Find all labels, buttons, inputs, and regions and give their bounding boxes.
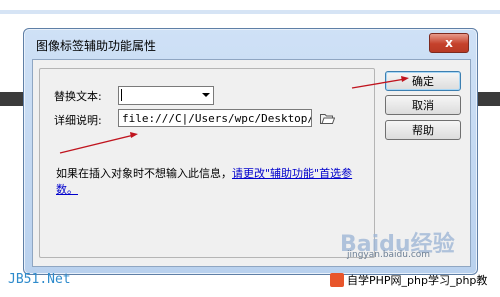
- close-icon: x: [445, 36, 453, 50]
- php-logo-icon: [330, 273, 344, 287]
- alt-text-combobox[interactable]: [118, 86, 214, 105]
- text-caret: [121, 89, 122, 101]
- jb51-watermark: JB51.Net: [8, 272, 71, 287]
- ok-button[interactable]: 确定: [385, 71, 461, 91]
- help-button[interactable]: 帮助: [385, 120, 461, 140]
- jb51-watermark-a: JB51: [8, 272, 40, 287]
- background-window-edge: [0, 10, 500, 14]
- cancel-button[interactable]: 取消: [385, 95, 461, 115]
- jingyan-watermark: jingyan.baidu.com: [347, 250, 431, 260]
- info-text: 如果在插入对象时不想输入此信息，: [56, 167, 232, 180]
- info-message: 如果在插入对象时不想输入此信息，请更改"辅助功能"首选参数。: [56, 166, 356, 198]
- dialog-title: 图像标签辅助功能属性: [36, 39, 157, 53]
- close-button[interactable]: x: [429, 33, 469, 53]
- jb51-watermark-b: .Net: [39, 272, 71, 287]
- chevron-down-icon[interactable]: [202, 93, 210, 97]
- description-label: 详细说明:: [54, 114, 102, 127]
- alt-text-label: 替换文本:: [54, 90, 102, 103]
- dialog-titlebar[interactable]: 图像标签辅助功能属性 x: [24, 29, 477, 59]
- fields-group: 替换文本: 详细说明: file:///C|/Users/wpc/Desktop…: [39, 68, 375, 258]
- php-watermark-text: 自学PHP网_php学习_php教: [347, 274, 488, 287]
- description-input[interactable]: file:///C|/Users/wpc/Desktop/00.j: [118, 109, 312, 127]
- php-watermark: 自学PHP网_php学习_php教: [330, 272, 487, 288]
- folder-icon[interactable]: [320, 113, 335, 124]
